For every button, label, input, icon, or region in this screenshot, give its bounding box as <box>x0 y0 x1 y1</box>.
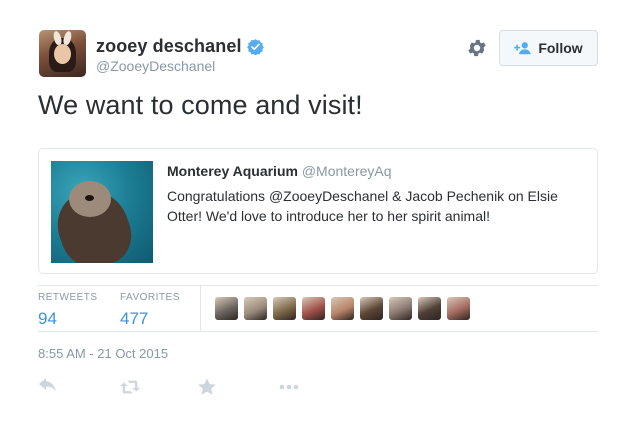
verified-badge-icon <box>246 39 264 55</box>
stats-top-divider <box>38 285 598 286</box>
retweet-icon[interactable] <box>120 378 140 396</box>
quoted-text: Congratulations @ZooeyDeschanel & Jacob … <box>167 188 558 224</box>
favoriter-avatar[interactable] <box>389 297 412 320</box>
reply-icon[interactable] <box>38 378 58 396</box>
author-name-row: zooey deschanel <box>96 36 264 57</box>
tweet-timestamp[interactable]: 8:55 AM - 21 Oct 2015 <box>38 346 168 361</box>
add-user-icon <box>514 42 531 55</box>
retweets-label: RETWEETS <box>38 292 98 303</box>
stats-bottom-divider <box>38 331 598 332</box>
quoted-author: Monterey Aquarium @MontereyAq <box>167 163 392 179</box>
follow-label: Follow <box>538 40 583 56</box>
tweet-card: zooey deschanel @ZooeyDeschanel Follow W… <box>0 0 635 427</box>
favorites-label: FAVORITES <box>120 292 180 303</box>
favorites-count: 477 <box>120 309 149 328</box>
favoriter-avatar[interactable] <box>360 297 383 320</box>
avatar-face <box>54 44 71 64</box>
author-display-name[interactable]: zooey deschanel <box>96 36 242 57</box>
favoriter-avatar[interactable] <box>418 297 441 320</box>
author-avatar[interactable] <box>39 30 86 77</box>
follow-button[interactable]: Follow <box>499 30 598 66</box>
retweets-stat[interactable]: RETWEETS 94 <box>38 292 98 329</box>
quoted-author-handle: @MontereyAq <box>301 163 392 179</box>
favoriter-avatars <box>215 297 470 320</box>
favoriter-avatar[interactable] <box>244 297 267 320</box>
tweet-text: We want to come and visit! <box>38 90 363 120</box>
more-icon[interactable] <box>279 378 299 396</box>
favoriter-avatar[interactable] <box>302 297 325 320</box>
favorites-stat[interactable]: FAVORITES 477 <box>120 292 180 329</box>
favorite-icon[interactable] <box>198 378 216 396</box>
retweets-count: 94 <box>38 309 57 328</box>
gear-icon[interactable] <box>466 37 488 59</box>
quoted-tweet[interactable]: Monterey Aquarium @MontereyAq Congratula… <box>38 148 598 274</box>
otter-photo[interactable] <box>51 161 153 263</box>
favoriter-avatar[interactable] <box>447 297 470 320</box>
stats-separator <box>200 286 201 332</box>
favoriter-avatar[interactable] <box>273 297 296 320</box>
favoriter-avatar[interactable] <box>215 297 238 320</box>
favoriter-avatar[interactable] <box>331 297 354 320</box>
author-handle[interactable]: @ZooeyDeschanel <box>96 58 215 74</box>
otter-nose <box>85 195 94 201</box>
quoted-author-name: Monterey Aquarium <box>167 163 298 179</box>
